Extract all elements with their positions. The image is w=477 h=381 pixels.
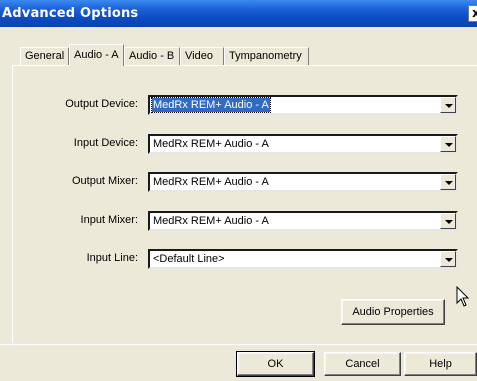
tab-audio-b[interactable]: Audio - B — [124, 47, 180, 65]
ok-button[interactable]: OK — [236, 351, 315, 377]
output-device-select[interactable]: MedRx REM+ Audio - A — [148, 95, 458, 115]
output-device-label: Output Device: — [65, 98, 138, 110]
mouse-pointer-icon — [456, 286, 470, 307]
tab-video[interactable]: Video — [180, 47, 224, 65]
output-mixer-label: Output Mixer: — [71, 175, 138, 187]
output-mixer-value: MedRx REM+ Audio - A — [153, 176, 269, 188]
tab-tympanometry[interactable]: Tympanometry — [224, 47, 309, 65]
input-mixer-value: MedRx REM+ Audio - A — [153, 215, 269, 227]
tab-audio-a[interactable]: Audio - A — [69, 44, 124, 66]
title-bar[interactable]: Advanced Options x — [0, 0, 477, 27]
input-device-select[interactable]: MedRx REM+ Audio - A — [148, 134, 458, 154]
input-device-value: MedRx REM+ Audio - A — [153, 138, 269, 150]
chevron-down-icon[interactable] — [440, 97, 456, 113]
tab-general[interactable]: General — [20, 47, 69, 65]
output-mixer-select[interactable]: MedRx REM+ Audio - A — [148, 172, 458, 192]
input-line-value: <Default Line> — [153, 253, 225, 265]
audio-properties-button[interactable]: Audio Properties — [341, 299, 445, 325]
chevron-down-icon[interactable] — [440, 213, 456, 229]
output-device-value: MedRx REM+ Audio - A — [151, 97, 271, 113]
input-mixer-select[interactable]: MedRx REM+ Audio - A — [148, 211, 458, 231]
window-title: Advanced Options — [2, 6, 139, 21]
input-mixer-label: Input Mixer: — [80, 214, 138, 226]
footer-divider — [0, 344, 477, 345]
chevron-down-icon[interactable] — [440, 174, 456, 190]
help-button[interactable]: Help — [404, 352, 477, 376]
input-device-label: Input Device: — [73, 137, 138, 149]
tab-panel: Output Device: MedRx REM+ Audio - A Inpu… — [12, 65, 477, 343]
input-line-select[interactable]: <Default Line> — [148, 249, 458, 269]
advanced-options-dialog: Advanced Options x General Audio - A Aud… — [0, 0, 477, 381]
cancel-button[interactable]: Cancel — [324, 352, 401, 376]
chevron-down-icon[interactable] — [440, 251, 456, 267]
close-button[interactable]: x — [468, 5, 477, 22]
input-line-label: Input Line: — [86, 252, 138, 264]
chevron-down-icon[interactable] — [440, 136, 456, 152]
